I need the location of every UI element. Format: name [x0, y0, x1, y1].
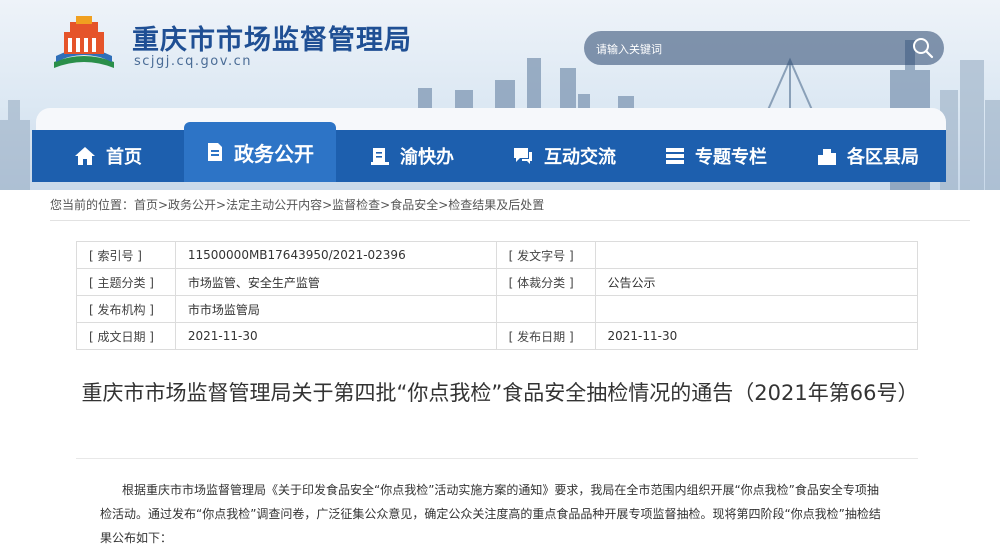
- created-date-value: 2021-11-30: [174, 322, 497, 350]
- nav-item-yukuaiban[interactable]: 渝快办: [336, 130, 488, 182]
- table-row: [ 索引号 ] 11500000MB17643950/2021-02396 [ …: [76, 241, 919, 269]
- issuer-label: [ 发布机构 ]: [76, 295, 176, 323]
- published-date-value: 2021-11-30: [594, 322, 919, 350]
- divider: [76, 458, 918, 459]
- topic-label: [ 主题分类 ]: [76, 268, 176, 296]
- nav-item-home[interactable]: 首页: [32, 130, 184, 182]
- search-icon[interactable]: [912, 37, 934, 59]
- nav-label: 各区县局: [847, 147, 919, 168]
- nav-item-government-affairs[interactable]: 政务公开: [184, 122, 336, 182]
- nav-label: 渝快办: [400, 147, 454, 168]
- emblem-logo-icon: [54, 16, 114, 68]
- nav-label: 专题专栏: [695, 147, 767, 168]
- table-row: [ 发布机构 ] 市市场监管局: [76, 295, 919, 323]
- breadcrumb[interactable]: 您当前的位置：首页>政务公开>法定主动公开内容>监督检查>食品安全>检查结果及后…: [50, 196, 970, 221]
- document-info-table: [ 索引号 ] 11500000MB17643950/2021-02396 [ …: [76, 241, 919, 350]
- chat-icon: [514, 148, 532, 164]
- nav-label: 政务公开: [234, 141, 314, 166]
- created-date-label: [ 成文日期 ]: [76, 322, 176, 350]
- doc-number-label: [ 发文字号 ]: [495, 241, 596, 269]
- book-icon: [371, 148, 389, 165]
- home-icon: [75, 147, 95, 165]
- list-icon: [666, 148, 684, 164]
- main-nav: 首页 政务公开 渝快办 互动交流 专题专栏 各区县局: [32, 122, 946, 182]
- table-row: [ 成文日期 ] 2021-11-30 [ 发布日期 ] 2021-11-30: [76, 322, 919, 350]
- topic-value: 市场监管、安全生产监管: [174, 268, 497, 296]
- genre-label: [ 体裁分类 ]: [495, 268, 596, 296]
- issuer-value: 市市场监管局: [174, 295, 497, 323]
- index-value: 11500000MB17643950/2021-02396: [174, 241, 497, 269]
- doc-number-value: [594, 241, 919, 269]
- article-title: 重庆市市场监督管理局关于第四批“你点我检”食品安全抽检情况的通告（2021年第6…: [81, 381, 919, 405]
- site-title[interactable]: 重庆市市场监督管理局: [132, 18, 412, 57]
- nav-label: 首页: [106, 147, 142, 168]
- site-url: scjgj.cq.gov.cn: [134, 54, 252, 69]
- search-box: [584, 31, 944, 65]
- search-input[interactable]: [594, 38, 898, 60]
- article-paragraph: 根据重庆市市场监督管理局《关于印发食品安全“你点我检”活动实施方案的通知》要求，…: [100, 483, 881, 545]
- index-label: [ 索引号 ]: [76, 241, 176, 269]
- nav-item-special-topics[interactable]: 专题专栏: [640, 130, 792, 182]
- document-icon: [208, 143, 222, 161]
- table-row: [ 主题分类 ] 市场监管、安全生产监管 [ 体裁分类 ] 公告公示: [76, 268, 919, 296]
- empty-cell: [594, 295, 919, 323]
- published-date-label: [ 发布日期 ]: [495, 322, 596, 350]
- nav-item-district-bureaus[interactable]: 各区县局: [792, 130, 944, 182]
- empty-cell: [495, 295, 596, 323]
- genre-value: 公告公示: [594, 268, 919, 296]
- nav-item-interaction[interactable]: 互动交流: [488, 130, 640, 182]
- building-icon: [818, 149, 836, 165]
- nav-label: 互动交流: [544, 147, 616, 168]
